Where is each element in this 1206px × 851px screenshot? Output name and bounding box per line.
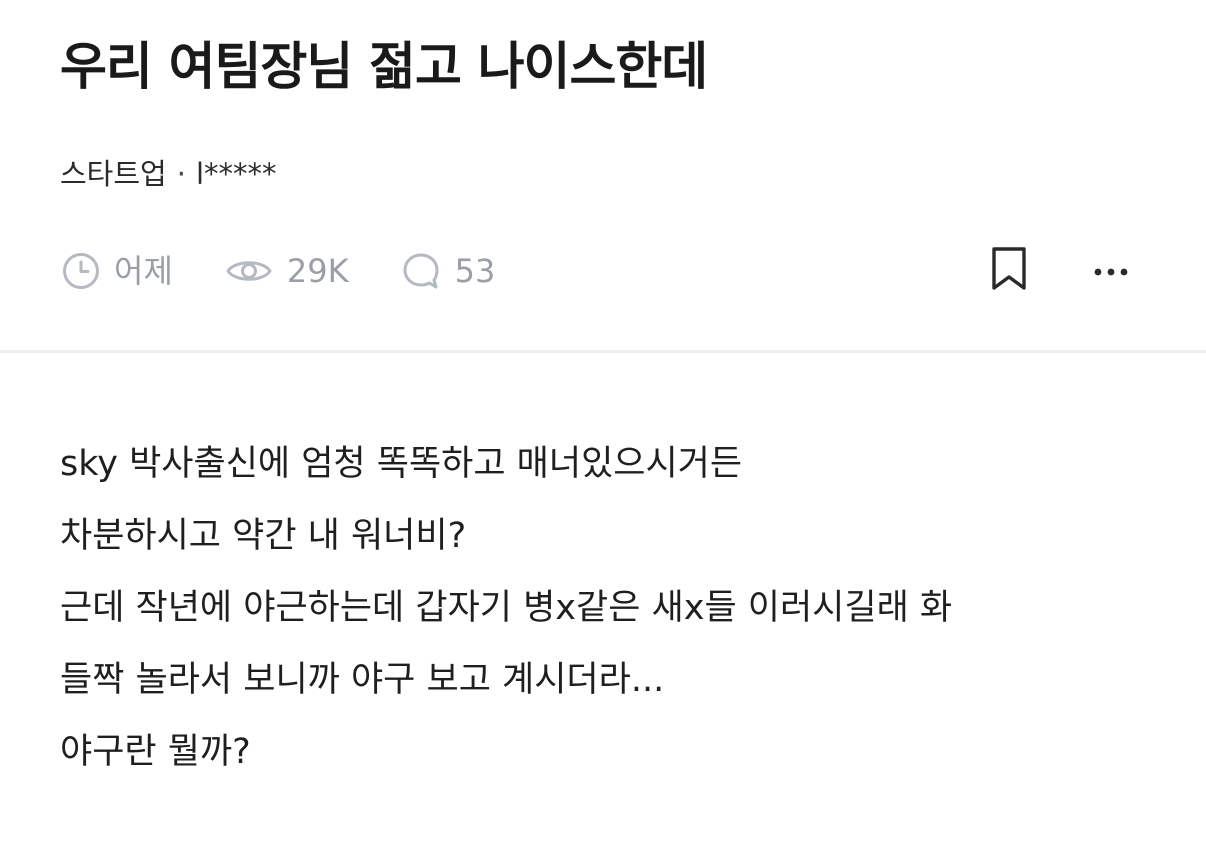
- body-line: 근데 작년에 야근하는데 갑자기 병x같은 새x들 이러시길래 화: [60, 588, 953, 628]
- more-button[interactable]: [1086, 246, 1136, 296]
- body-line: sky 박사출신에 엄청 똑똑하고 매너있으시거든: [60, 444, 743, 484]
- more-icon: [1093, 262, 1129, 281]
- meta-separator: ·: [176, 157, 186, 191]
- posted-time-label: 어제: [114, 252, 173, 290]
- post-title: 우리 여팀장님 젊고 나이스한데: [60, 38, 708, 97]
- body-line: 야구란 뭘까?: [60, 732, 251, 772]
- bookmark-icon: [990, 246, 1028, 296]
- post-category[interactable]: 스타트업: [60, 157, 167, 191]
- post-author[interactable]: l*****: [196, 157, 277, 191]
- section-divider: [0, 350, 1206, 353]
- view-count: 29K: [225, 246, 349, 296]
- eye-icon: [225, 254, 273, 288]
- body-line: 들짝 놀라서 보니까 야구 보고 계시더라...: [60, 660, 665, 700]
- post-header: 우리 여팀장님 젊고 나이스한데 스타트업 · l***** 어제 29K 53: [0, 0, 1206, 352]
- view-count-label: 29K: [286, 252, 349, 290]
- comment-icon: [401, 251, 441, 291]
- post-body: sky 박사출신에 엄청 똑똑하고 매너있으시거든 차분하시고 약간 내 워너비…: [60, 428, 1160, 788]
- bookmark-button[interactable]: [984, 246, 1034, 296]
- post-meta: 스타트업 · l*****: [60, 152, 277, 196]
- post-stats: 어제 29K 53: [62, 246, 547, 296]
- posted-time: 어제: [62, 246, 173, 296]
- clock-icon: [62, 252, 100, 290]
- comment-count[interactable]: 53: [401, 246, 496, 296]
- post-actions: [984, 246, 1136, 296]
- body-line: 차분하시고 약간 내 워너비?: [60, 516, 467, 556]
- comment-count-label: 53: [454, 252, 496, 290]
